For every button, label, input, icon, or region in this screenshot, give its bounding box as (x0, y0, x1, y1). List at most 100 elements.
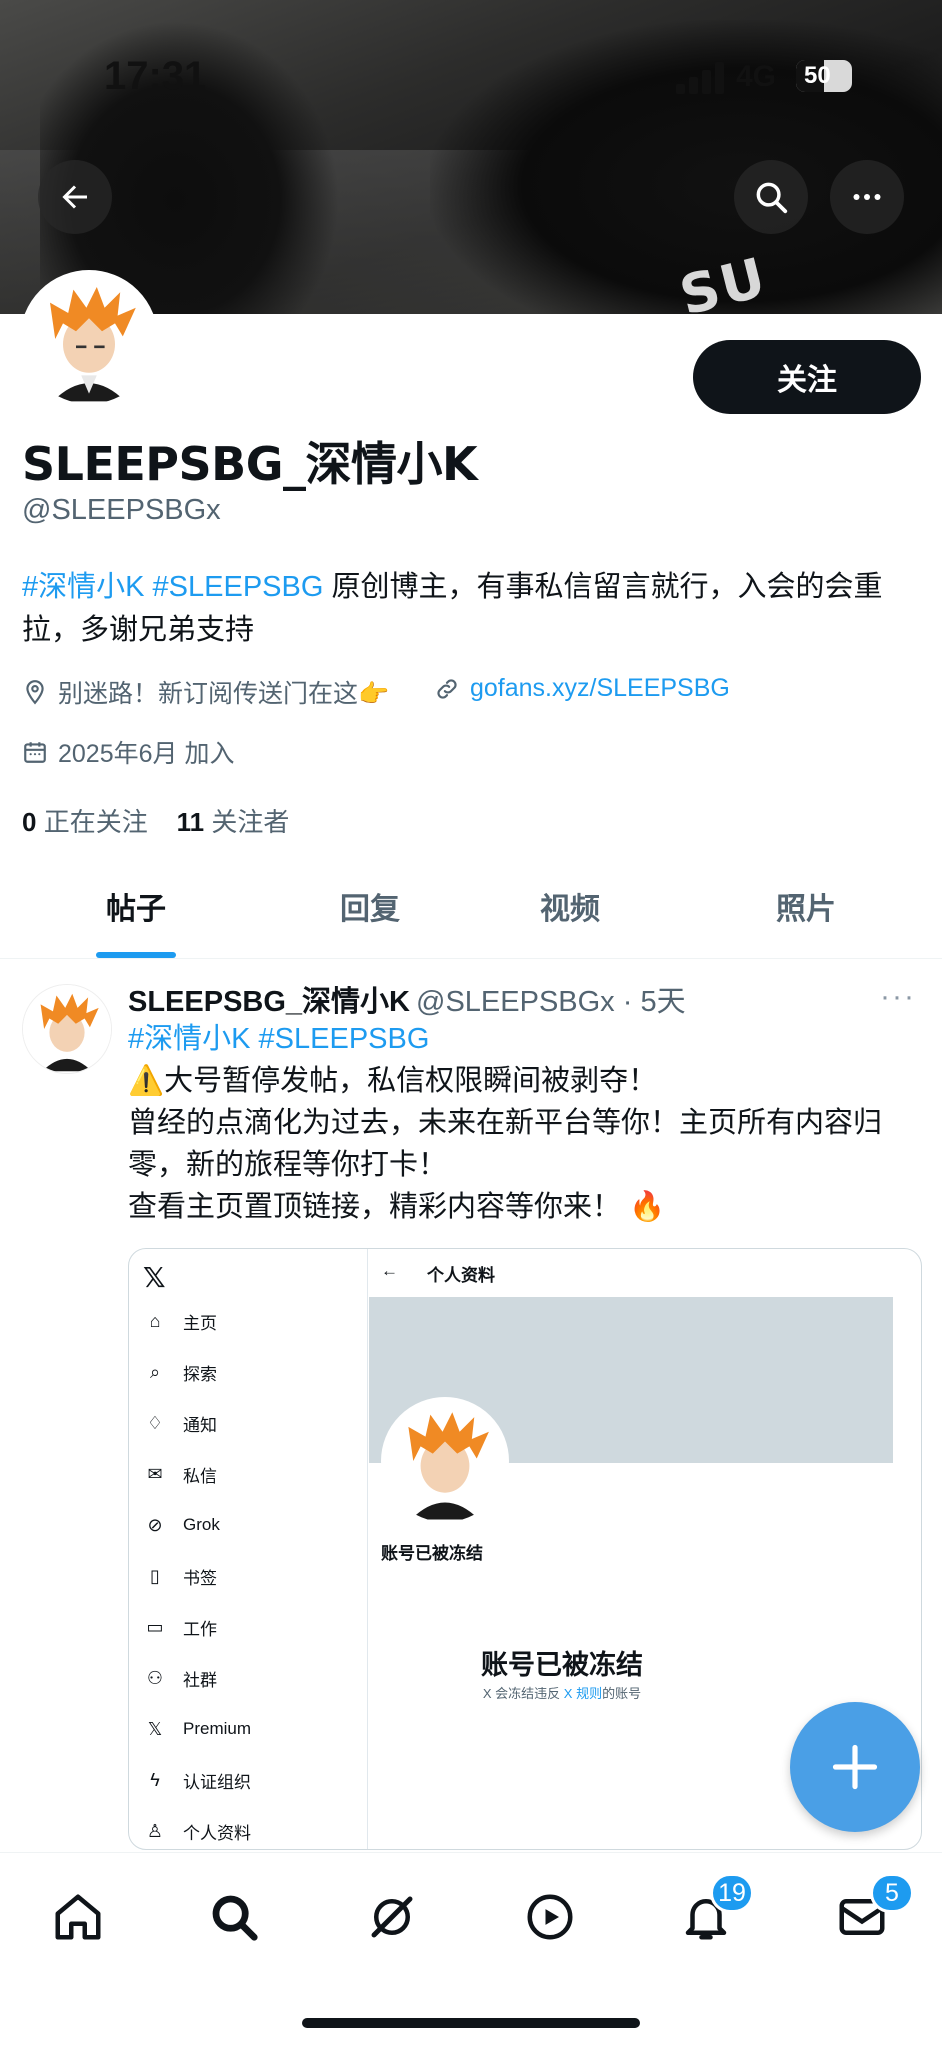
embed-nav-label: 社群 (183, 1671, 217, 1690)
network-type: 4G (736, 60, 777, 93)
back-arrow-icon (62, 185, 87, 209)
embed-nav-item: ♢ 通知 (143, 1411, 217, 1436)
profile-location-row: 别迷路！新订阅传送门在这👉 (22, 674, 389, 710)
embed-nav-label: 通知 (183, 1416, 217, 1435)
avatar-image (24, 274, 154, 404)
bio-hashtags[interactable]: #深情小K #SLEEPSBG (22, 571, 323, 603)
play-icon (527, 1894, 573, 1940)
nav-home[interactable] (48, 1887, 108, 1947)
embed-avatar (381, 1397, 509, 1525)
embed-nav-item: ▯ 书签 (143, 1564, 217, 1589)
following-link[interactable]: 0 正在关注 (22, 807, 148, 837)
nav-grok[interactable] (362, 1887, 422, 1947)
status-bar: 17:31 4G 50 (0, 48, 942, 108)
post-author-handle-time: @SLEEPSBGx · 5天 (416, 986, 686, 1018)
profile-bio: #深情小K #SLEEPSBG 原创博主，有事私信留言就行，入会的会重拉，多谢兄… (22, 566, 927, 652)
embed-nav-item: ϟ 认证组织 (143, 1768, 251, 1793)
post-line: 查看主页置顶链接，精彩内容等你来！ 🔥 (128, 1191, 666, 1223)
embed-nav-item: ⚇ 社群 (143, 1666, 217, 1691)
active-tab-indicator (96, 952, 176, 958)
post-line: 曾经的点滴化为过去，未来在新平台等你！主页所有内容归 (128, 1107, 883, 1139)
grok-icon: ⊘ (147, 1514, 163, 1535)
profile-website-link[interactable]: gofans.xyz/SLEEPSBG (470, 674, 730, 703)
tab-replies[interactable]: 回复 (340, 884, 400, 928)
search-button[interactable] (734, 160, 808, 234)
embed-nav-item: ⌕ 探索 (143, 1360, 217, 1385)
compose-post-button[interactable] (790, 1702, 920, 1832)
embed-nav-label: 工作 (183, 1620, 217, 1639)
more-options-button[interactable] (830, 160, 904, 234)
avatar-image (23, 985, 111, 1073)
frozen-sub-prefix: X 会冻结违反 (482, 1686, 564, 1701)
embed-sidebar: 𝕏 ⌂ 主页 ⌕ 探索 ♢ 通知 ✉ 私信 ⊘ Grok ▯ 书签 ▭ 工作 ⚇ 社群 𝕏 Premium ϟ 认证组… (129, 1249, 368, 1849)
back-arrow-icon: ← (381, 1261, 398, 1280)
embed-top-title: 个人资料 (427, 1266, 495, 1285)
embed-nav-item: ⌂ 主页 (143, 1309, 217, 1334)
post-author-avatar[interactable] (22, 984, 112, 1074)
home-icon (55, 1894, 101, 1940)
tab-videos[interactable]: 视频 (540, 884, 600, 928)
profile-joined-date: 2025年6月 加入 (58, 740, 235, 768)
bookmark-icon: ▯ (150, 1566, 160, 1586)
person-icon: ♙ (146, 1821, 164, 1841)
tab-photos[interactable]: 照片 (776, 884, 836, 928)
profile-joined-row: 2025年6月 加入 (22, 734, 234, 770)
follow-button[interactable]: 关注 (693, 340, 921, 414)
profile-avatar[interactable] (20, 270, 158, 408)
embed-nav-label: Premium (183, 1719, 252, 1738)
bell-icon: ♢ (146, 1413, 164, 1433)
notifications-badge: 19 (710, 1873, 754, 1913)
followers-count: 11 (176, 807, 205, 837)
embed-top-bar: ← 个人资料 (367, 1249, 921, 1297)
post-line: 零，新的旅程等你打卡！ (128, 1149, 448, 1181)
people-icon: ⚇ (146, 1668, 164, 1688)
embed-nav-label: 主页 (183, 1314, 217, 1333)
nav-video[interactable] (520, 1887, 580, 1947)
search-icon (756, 182, 788, 214)
nav-search[interactable] (204, 1887, 264, 1947)
grok-icon (371, 1896, 413, 1938)
status-time: 17:31 (104, 54, 207, 98)
plus-icon (832, 1744, 878, 1790)
embed-nav-item: ▭ 工作 (143, 1615, 217, 1640)
back-button[interactable] (38, 160, 112, 234)
lightning-icon: ϟ (150, 1770, 160, 1790)
post-line: ⚠️大号暂停发帖，私信权限瞬间被剥夺！ (128, 1065, 658, 1097)
profile-location: 别迷路！新订阅传送门在这👉 (58, 680, 390, 708)
embed-nav-item: 𝕏 Premium (143, 1717, 251, 1741)
tab-posts[interactable]: 帖子 (106, 884, 166, 928)
embed-nav-item: ✉ 私信 (143, 1462, 217, 1487)
following-count: 0 (22, 807, 37, 837)
frozen-sub-link: X 规则 (563, 1686, 603, 1701)
embed-nav-item: ♙ 个人资料 (143, 1819, 251, 1844)
embed-frozen-label: 账号已被冻结 (381, 1544, 483, 1563)
embed-nav-label: 认证组织 (183, 1773, 251, 1792)
profile-display-name: SLEEPSBG_深情小K (22, 437, 478, 491)
following-label: 正在关注 (36, 807, 148, 837)
battery-icon: 50 (796, 60, 852, 92)
profile-tabs: 帖子 回复 视频 照片 (0, 866, 942, 959)
signal-icon (676, 62, 724, 94)
link-icon (437, 678, 457, 699)
follow-counts: 0 正在关注 11 关注者 (22, 802, 289, 839)
post-more-button[interactable]: ··· (880, 980, 916, 1014)
embed-nav-label: 私信 (183, 1467, 217, 1486)
home-icon: ⌂ (149, 1311, 161, 1331)
embed-nav-label: 探索 (183, 1365, 217, 1384)
post-author-name[interactable]: SLEEPSBG_深情小K (128, 978, 410, 1020)
search-icon (212, 1895, 258, 1941)
avatar-image (384, 1400, 506, 1522)
embed-nav-item: ⊘ Grok (143, 1513, 220, 1537)
embed-frozen-title: 账号已被冻结 (481, 1650, 643, 1680)
post-text: #深情小K #SLEEPSBG ⚠️大号暂停发帖，私信权限瞬间被剥夺！ 曾经的点… (128, 1018, 928, 1228)
x-logo-icon: 𝕏 (143, 1261, 166, 1294)
post-hashtags[interactable]: #深情小K #SLEEPSBG (128, 1018, 928, 1060)
messages-badge: 5 (870, 1873, 914, 1913)
profile-website-row[interactable]: gofans.xyz/SLEEPSBG (434, 674, 730, 703)
home-indicator (302, 2018, 640, 2028)
embed-nav-label: Grok (183, 1515, 220, 1534)
embed-frozen-subtitle: X 会冻结违反 X 规则的账号 (367, 1683, 757, 1702)
followers-link[interactable]: 11 关注者 (177, 807, 290, 837)
embed-nav-label: 个人资料 (183, 1824, 251, 1843)
embed-nav-label: 书签 (183, 1569, 217, 1588)
